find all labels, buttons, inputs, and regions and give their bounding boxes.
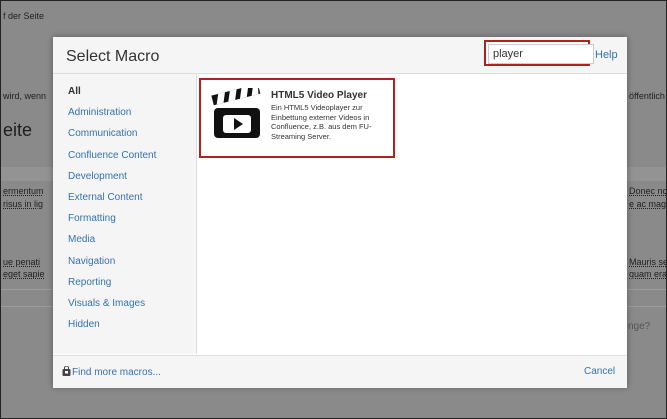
bg-text-fragment: ermentum: [3, 186, 44, 196]
category-item[interactable]: Reporting: [68, 277, 111, 288]
bg-text-fragment: e ac magn: [629, 199, 667, 209]
bg-text-fragment: öffentlich: [629, 91, 665, 101]
category-item[interactable]: Hidden: [68, 319, 100, 330]
macro-card-html5-video-player[interactable]: HTML5 Video Player Ein HTML5 Videoplayer…: [199, 78, 395, 158]
bg-divider: [627, 306, 666, 307]
dialog-title: Select Macro: [66, 48, 160, 65]
screen: f der Seite wird, wenn öffentlich eite e…: [0, 0, 667, 419]
category-item[interactable]: Communication: [68, 128, 137, 139]
cancel-button[interactable]: Cancel: [584, 366, 615, 377]
bg-text-fragment: wird, wenn: [3, 91, 47, 101]
bg-divider: [1, 289, 53, 290]
dialog-header: Select Macro Help: [53, 37, 627, 74]
marketplace-bag-icon: [62, 366, 71, 376]
clapperboard-icon: [211, 88, 261, 138]
category-item[interactable]: Confluence Content: [68, 150, 156, 161]
category-item[interactable]: Formatting: [68, 213, 116, 224]
bg-heading-fragment: eite: [3, 120, 33, 140]
find-more-macros-label: Find more macros...: [72, 367, 161, 378]
category-item[interactable]: All: [68, 86, 81, 97]
find-more-macros-link[interactable]: Find more macros...: [62, 366, 161, 378]
category-item[interactable]: Administration: [68, 107, 131, 118]
bg-text-fragment: f der Seite: [3, 11, 45, 21]
category-item[interactable]: External Content: [68, 192, 143, 203]
macro-results: HTML5 Video Player Ein HTML5 Videoplayer…: [197, 74, 627, 354]
dialog-footer: Find more macros... Cancel: [53, 355, 627, 388]
macro-search-input[interactable]: [488, 44, 594, 64]
bg-text-fragment: ue penati: [3, 257, 41, 267]
bg-text-fragment: quam erat: [629, 269, 667, 279]
category-item[interactable]: Development: [68, 171, 127, 182]
category-item[interactable]: Navigation: [68, 256, 115, 267]
bg-text-fragment: nge?: [628, 321, 651, 332]
bg-text-fragment: Mauris sed: [629, 257, 666, 267]
category-item[interactable]: Visuals & Images: [68, 298, 145, 309]
macro-description: Ein HTML5 Videoplayer zur Einbettung ext…: [271, 103, 372, 141]
help-link[interactable]: Help: [595, 49, 618, 61]
bg-text-fragment: eget sapie: [3, 269, 45, 279]
bg-text-fragment: Donec nc: [629, 186, 667, 196]
bg-divider: [627, 289, 666, 290]
bg-text-fragment: risus in lig: [3, 199, 44, 209]
macro-name: HTML5 Video Player: [271, 90, 367, 101]
category-item[interactable]: Media: [68, 234, 95, 245]
category-sidebar: All Administration Communication Confluence…: [53, 74, 197, 354]
search-highlight: [484, 40, 594, 66]
bg-divider: [1, 306, 53, 307]
select-macro-dialog: Select Macro Help All Administration Commu…: [53, 37, 627, 388]
